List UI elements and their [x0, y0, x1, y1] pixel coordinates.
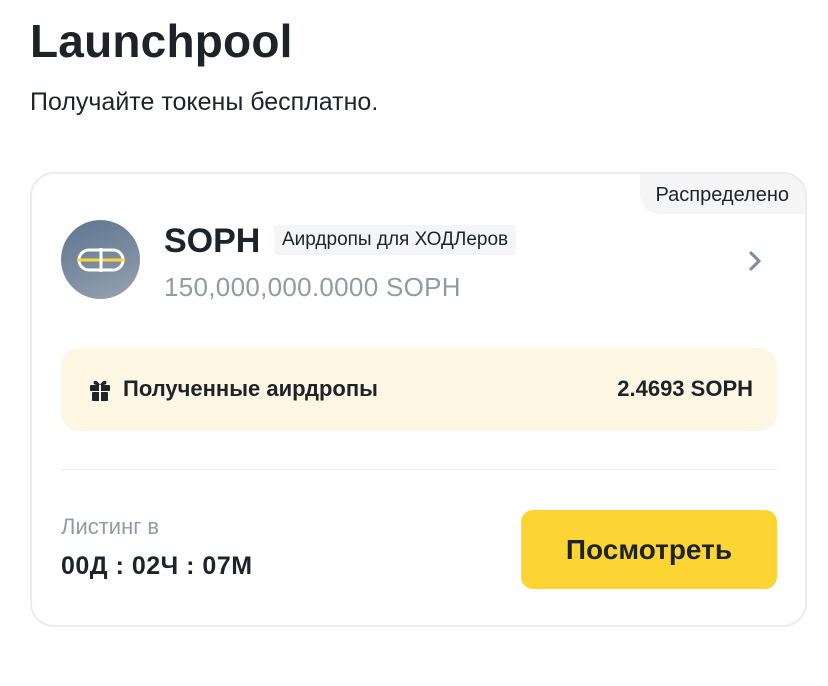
page-title: Launchpool: [30, 15, 293, 67]
airdrops-value: 2.4693 SOPH: [617, 376, 753, 401]
soph-logo-icon: [61, 220, 140, 299]
listing-countdown: 00Д : 02Ч : 07М: [61, 552, 253, 580]
status-badge: Распределено: [640, 174, 805, 214]
airdrops-label: Полученные аирдропы: [123, 376, 378, 401]
gift-icon: [89, 378, 111, 402]
token-amount: 150,000,000.0000 SOPH: [164, 272, 461, 302]
divider: [61, 469, 777, 470]
token-tag: Аирдропы для ХОДЛеров: [274, 225, 517, 255]
token-name: SOPH: [164, 222, 261, 260]
airdrops-panel: Полученные аирдропы 2.4693 SOPH: [61, 348, 777, 431]
listing-label: Листинг в: [61, 514, 160, 539]
launchpool-card[interactable]: Распределено SOPH Аирдропы для ХОДЛеров …: [30, 172, 807, 627]
view-button[interactable]: Посмотреть: [521, 510, 777, 589]
page-subtitle: Получайте токены бесплатно.: [30, 88, 379, 116]
chevron-right-icon[interactable]: [745, 250, 765, 272]
